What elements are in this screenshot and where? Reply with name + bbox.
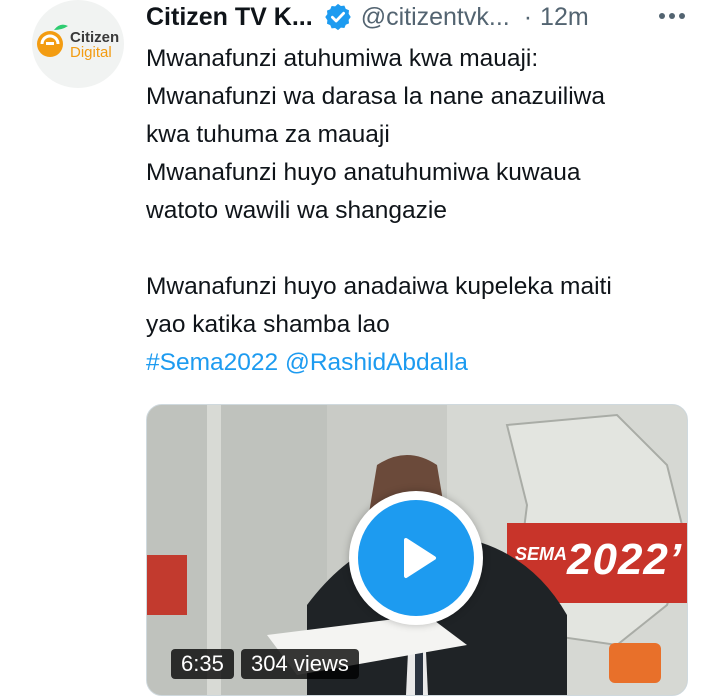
more-options-button[interactable]	[652, 2, 692, 30]
tweet-tags-line: #Sema2022 @RashidAbdalla	[146, 344, 706, 382]
author-display-name[interactable]: Citizen TV K...	[146, 3, 313, 32]
separator-dot: ·	[523, 2, 533, 31]
play-icon	[404, 538, 436, 578]
mention-link[interactable]: @RashidAbdalla	[285, 349, 468, 376]
tweet-timestamp[interactable]: 12m	[540, 3, 589, 32]
video-views-badge: 304 views	[241, 649, 359, 679]
tweet-text-line: kwa tuhuma za mauaji	[146, 121, 390, 148]
hashtag-link[interactable]: #Sema2022	[146, 349, 278, 376]
play-button[interactable]	[349, 491, 483, 625]
tweet-text: Mwanafunzi atuhumiwa kwa mauaji: Mwanafu…	[146, 40, 706, 382]
tweet-text-line: yao katika shamba lao	[146, 311, 390, 338]
video-player[interactable]: SEMA2022’ 6:35 304 views	[146, 404, 688, 696]
tweet-text-line: Mwanafunzi huyo anadaiwa kupeleka maiti	[146, 273, 612, 300]
more-horizontal-icon	[669, 13, 675, 19]
author-avatar[interactable]: Citizen Digital	[32, 0, 124, 88]
channel-logo-icon	[609, 643, 661, 683]
video-duration-badge: 6:35	[171, 649, 234, 679]
tweet-text-line: Mwanafunzi huyo anatuhumiwa kuwaua	[146, 159, 581, 186]
more-horizontal-icon	[659, 13, 665, 19]
verified-badge-icon	[323, 2, 353, 32]
sema-2022-graphic: SEMA2022’	[515, 535, 683, 584]
tweet-text-line: Mwanafunzi wa darasa la nane anazuiliwa	[146, 83, 605, 110]
author-handle[interactable]: @citizentvk...	[361, 3, 510, 32]
tweet-text-line: watoto wawili wa shangazie	[146, 197, 447, 224]
tweet-header: Citizen TV K... @citizentvk... · 12m	[146, 0, 589, 34]
tweet-text-line: Mwanafunzi atuhumiwa kwa mauaji:	[146, 45, 539, 72]
more-horizontal-icon	[679, 13, 685, 19]
avatar-logo-text: Citizen Digital	[70, 29, 120, 61]
